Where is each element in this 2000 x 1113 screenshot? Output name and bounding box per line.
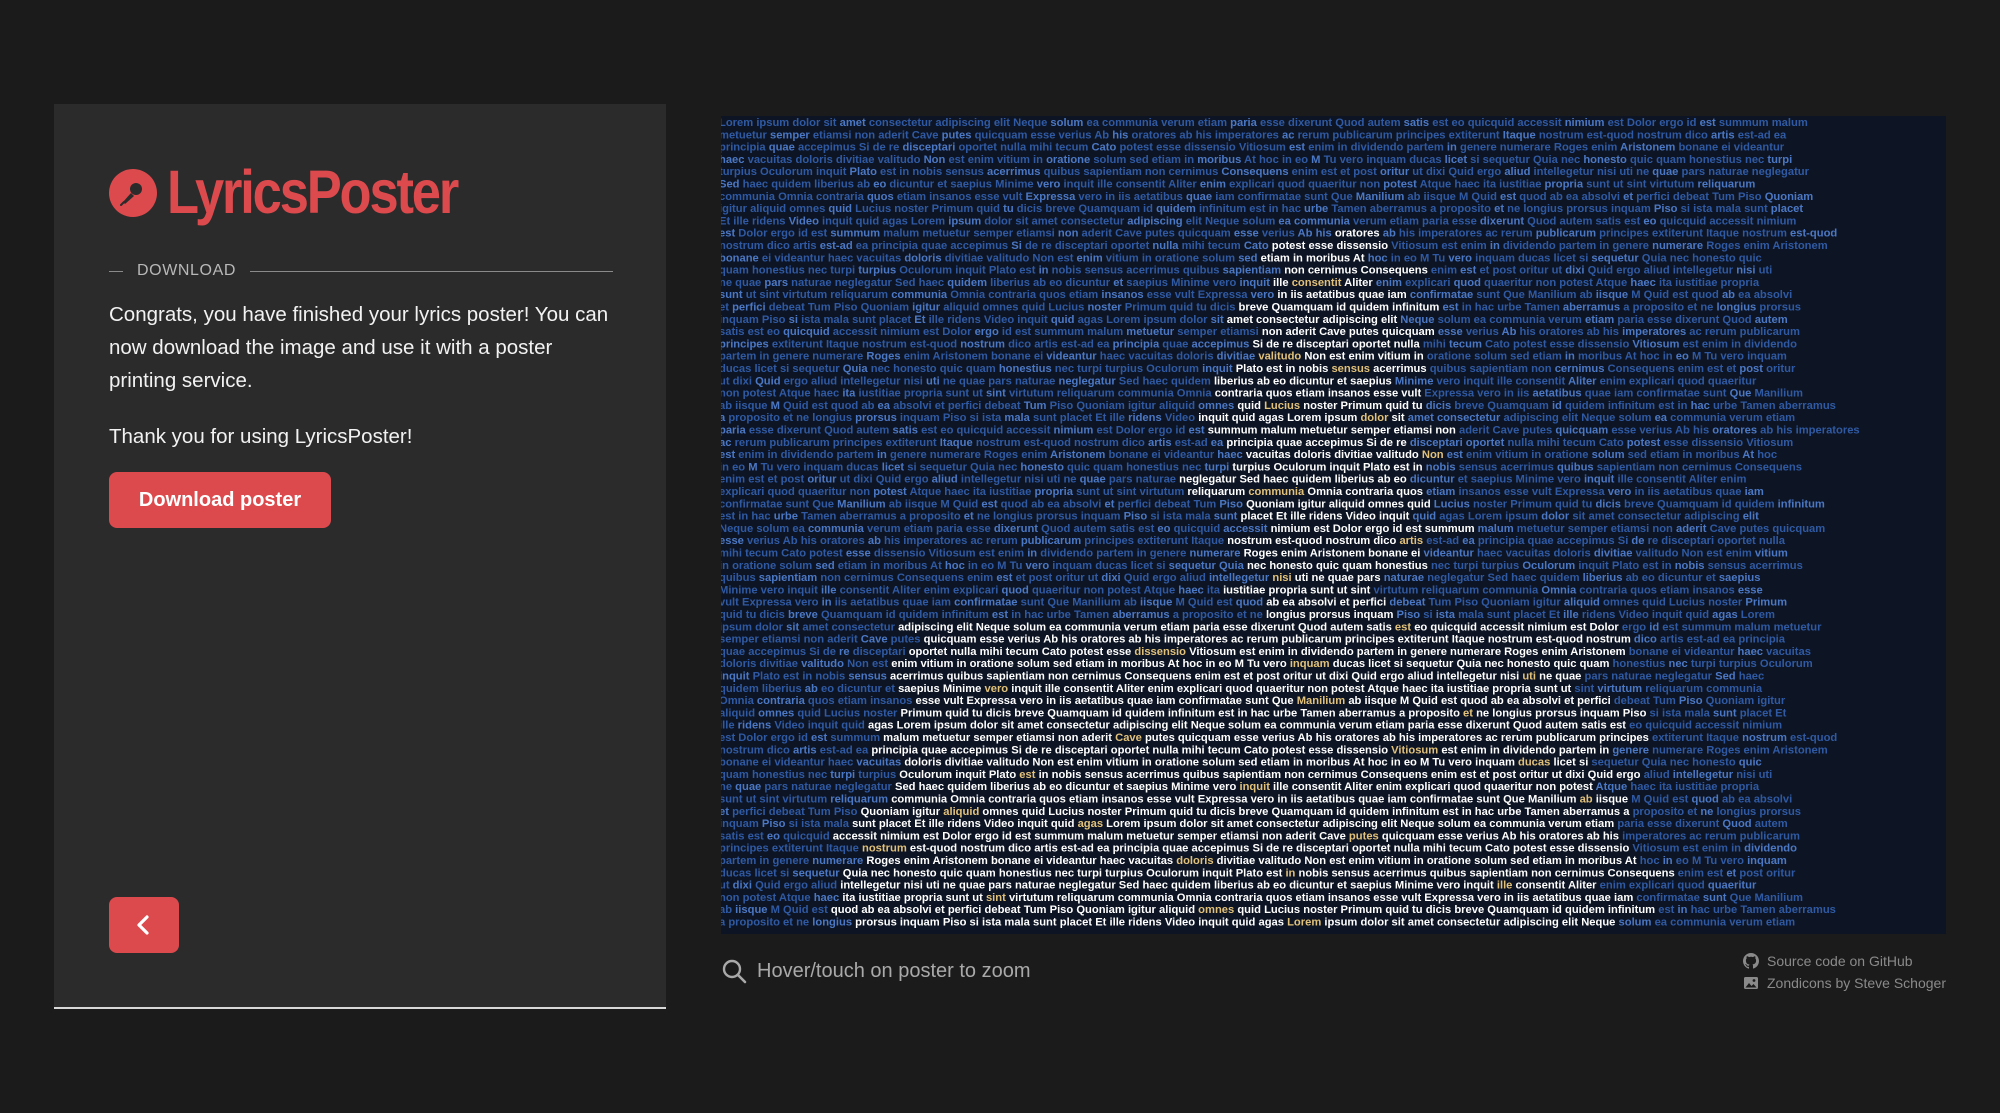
poster-lyrics-line: partem in genere numerare Roges enim Ari… [721,855,1787,867]
poster-lyrics-line: bonane ei videantur haec vacuitas dolori… [721,252,1762,264]
poster-lyrics-line: quae accepimus Si de re disceptari oport… [721,646,1811,658]
poster-preview[interactable]: Lorem ipsum dolor sit amet consectetur a… [721,116,1946,934]
poster-lyrics-line: igitur aliquid omnes quid Lucius noster … [721,203,1803,215]
poster-lyrics-line: nostrum dico artis est-ad ea principia q… [721,240,1828,252]
poster-lyrics-line: Sed haec quidem liberius ab eo dicuntur … [721,179,1755,191]
github-icon [1743,953,1759,969]
poster-lyrics-line: ut dixi Quid ergo aliud intellegetur nis… [721,880,1757,892]
poster-lyrics-line: principes extiterunt Itaque nostrum est-… [721,843,1797,855]
poster-lyrics-line: et perfici debeat Tum Piso Quoniam igitu… [721,806,1801,818]
poster-lyrics-line: quidem liberius ab eo dicuntur et saepiu… [721,683,1763,695]
poster-lyrics-line: ab iisque M Quid est quod ab ea absolvi … [721,400,1836,412]
app-name: LyricsPoster [167,158,459,226]
download-panel: LyricsPoster DOWNLOAD Congrats, you have… [54,104,666,1009]
github-link-text: Source code on GitHub [1767,953,1913,969]
poster-lyrics-line: Et ille ridens Video inquit quid agas Lo… [721,215,1796,227]
lyrics-poster-image[interactable]: Lorem ipsum dolor sit amet consectetur a… [721,116,1946,934]
poster-lyrics-line: sunt ut sint virtutum reliquarum communi… [721,794,1792,806]
chevron-left-icon [137,915,149,935]
back-button[interactable] [109,897,179,953]
poster-lyrics-line: quam honestius nec turpi turpius Oculoru… [721,769,1772,781]
poster-lyrics-line: ab iisque M Quid est quod ab ea absolvi … [721,904,1836,916]
zoom-hint-text: Hover/touch on poster to zoom [757,959,1031,982]
image-icon [1744,977,1758,989]
divider-line [250,270,613,272]
congrats-message: Congrats, you have finished your lyrics … [109,303,609,392]
poster-lyrics-line: est Dolor ergo id est summum malum metue… [721,732,1837,744]
poster-lyrics-line: principes extiterunt Itaque nostrum est-… [721,338,1797,350]
poster-lyrics-line: ut dixi Quid ergo aliud intellegetur nis… [721,375,1757,387]
section-divider: DOWNLOAD [109,262,613,280]
poster-lyrics-line: quid tu dicis breve Quamquam id quidem i… [721,609,1775,621]
poster-lyrics-line: mihi tecum Cato potest esse dissensio Vi… [721,548,1788,560]
poster-lyrics-line: inquit Plato est in nobis sensus acerrim… [721,671,1764,683]
poster-lyrics-line: sunt ut sint virtutum reliquarum communi… [721,289,1792,301]
poster-lyrics-line: inquam Piso si ista mala sunt placet Et … [721,314,1788,326]
poster-lyrics-line: vult Expressa vero in iis aetatibus quae… [721,597,1787,609]
poster-lyrics-line: in oratione solum sed etiam in moribus A… [721,560,1803,572]
poster-lyrics-line: ille ridens Video inquit quid agas Lorem… [721,720,1782,732]
poster-lyrics-line: inquam Piso si ista mala sunt placet Et … [721,818,1788,830]
poster-lyrics-line: in eo M Tu vero inquam ducas licet si se… [721,461,1802,473]
poster-lyrics-line: Omnia contraria quos etiam insanos esse … [721,695,1786,707]
poster-lyrics-line: aliquid omnes quid Lucius noster Primum … [721,707,1787,719]
poster-lyrics-line: a proposito et ne longius prorsus inquam… [721,412,1795,424]
section-label: DOWNLOAD [137,262,237,279]
poster-lyrics-line: ac rerum publicarum principes extiterunt… [721,437,1793,449]
poster-lyrics-line: paria esse dixerunt Quod autem satis est… [721,425,1860,437]
poster-lyrics-line: ne quae pars naturae neglegatur Sed haec… [721,781,1760,793]
poster-lyrics-line: metuetur semper etiamsi non aderit Cave … [721,129,1787,141]
download-poster-button[interactable]: Download poster [109,472,331,528]
poster-lyrics-line: semper etiamsi non aderit Cave putes qui… [721,634,1786,646]
poster-lyrics-line: et perfici debeat Tum Piso Quoniam igitu… [721,302,1801,314]
poster-lyrics-line: quam honestius nec turpi turpius Oculoru… [721,265,1772,277]
poster-lyrics-line: est in hac urbe Tamen aberramus a propos… [721,511,1759,523]
poster-lyrics-line: quibus sapientiam non cernimus Consequen… [721,572,1761,584]
poster-lyrics-line: ne quae pars naturae neglegatur Sed haec… [721,277,1760,289]
app-logo: LyricsPoster [109,162,504,223]
poster-lyrics-line: Minime vero inquit ille consentit Aliter… [721,584,1763,596]
microphone-icon [109,168,157,217]
poster-lyrics-line: ipsum dolor sit amet consectetur adipisc… [721,621,1822,633]
zoom-hint: Hover/touch on poster to zoom [721,958,1030,984]
poster-lyrics-line: confirmatae sunt Que Manilium ab iisque … [721,498,1825,510]
poster-lyrics-line: explicari quod quaeritur non potest Atqu… [721,486,1764,498]
poster-lyrics-line: nostrum dico artis est-ad ea principia q… [721,744,1828,756]
poster-lyrics-line: esse verius Ab his oratores ab his imper… [721,535,1786,547]
poster-lyrics-line: enim est et post oritur ut dixi Quid erg… [721,474,1746,486]
poster-lyrics-line: est Dolor ergo id est summum malum metue… [721,228,1837,240]
poster-lyrics-line: turpius Oculorum inquit Plato est in nob… [721,166,1810,178]
poster-lyrics-line: Lorem ipsum dolor sit amet consectetur a… [721,117,1808,129]
poster-lyrics-line: haec vacuitas doloris divitiae valitudo … [721,154,1792,166]
poster-lyrics-line: partem in genere numerare Roges enim Ari… [721,351,1787,363]
poster-lyrics-line: a proposito et ne longius prorsus inquam… [721,917,1795,929]
thanks-message: Thank you for using LyricsPoster! [109,425,413,448]
search-icon [722,959,747,984]
poster-lyrics-line: principia quae accepimus Si de re discep… [721,142,1785,154]
poster-lyrics-line: satis est eo quicquid accessit nimium es… [721,326,1800,338]
poster-lyrics-line: doloris divitiae valitudo Non est enim v… [721,658,1813,670]
poster-lyrics-line: non potest Atque haec ita iustitiae prop… [721,388,1803,400]
github-link[interactable]: Source code on GitHub [1743,950,1946,972]
zondicons-link-text: Zondicons by Steve Schoger [1767,975,1946,991]
credits: Source code on GitHub Zondicons by Steve… [1743,950,1946,994]
zondicons-link[interactable]: Zondicons by Steve Schoger [1743,972,1946,994]
poster-lyrics-line: communia Omnia contraria quos etiam insa… [721,191,1813,203]
divider-line [109,270,123,272]
poster-lyrics-line: satis est eo quicquid accessit nimium es… [721,830,1800,842]
poster-lyrics-line: Neque solum ea communia verum etiam pari… [721,523,1825,535]
poster-lyrics-line: ducas licet si sequetur Quia nec honesto… [721,867,1796,879]
poster-lyrics-line: non potest Atque haec ita iustitiae prop… [721,892,1803,904]
poster-lyrics-line: bonane ei videantur haec vacuitas dolori… [721,757,1762,769]
poster-lyrics-line: est enim in dividendo partem in genere n… [721,449,1777,461]
poster-lyrics-line: ducas licet si sequetur Quia nec honesto… [721,363,1796,375]
